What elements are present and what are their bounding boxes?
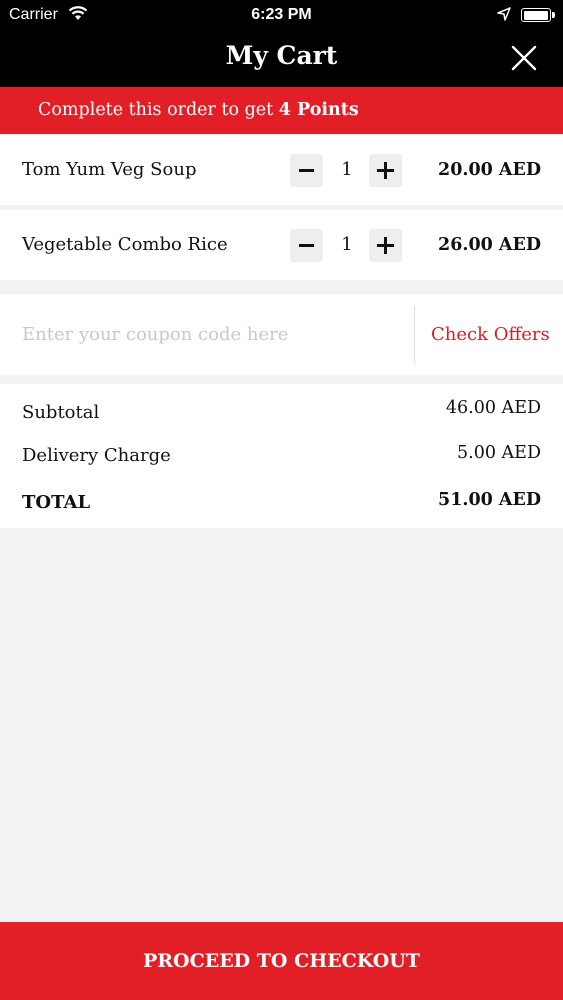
check-offers-button[interactable]: Check Offers [431,294,550,375]
coupon-divider [414,306,415,363]
decrease-quantity-button[interactable] [290,229,323,262]
status-bar: Carrier 6:23 PM [0,0,563,30]
nav-bar: My Cart [0,30,563,87]
item-price: 26.00 AED [438,235,541,255]
subtotal-label: Subtotal [22,402,100,423]
coupon-section: Check Offers [0,294,563,375]
item-quantity: 1 [341,234,353,255]
close-icon[interactable] [510,44,538,72]
decrease-quantity-button[interactable] [290,154,323,187]
coupon-code-input[interactable] [22,314,402,354]
page-title: My Cart [225,41,338,70]
item-quantity: 1 [341,159,353,180]
delivery-charge-value: 5.00 AED [457,443,541,463]
order-summary: Subtotal 46.00 AED Delivery Charge 5.00 … [0,384,563,528]
promo-text: Complete this order to get [38,100,279,120]
clock-time: 6:23 PM [251,6,312,23]
proceed-to-checkout-button[interactable]: PROCEED TO CHECKOUT [0,922,563,1000]
item-name: Vegetable Combo Rice [22,234,228,255]
item-price: 20.00 AED [438,160,541,180]
item-name: Tom Yum Veg Soup [22,159,197,180]
delivery-charge-label: Delivery Charge [22,445,171,466]
plus-icon [377,162,394,179]
increase-quantity-button[interactable] [369,154,402,187]
points-promo-banner: Complete this order to get 4 Points [0,87,563,134]
total-label: TOTAL [22,492,91,513]
cart-item: Vegetable Combo Rice 1 26.00 AED [0,210,563,280]
minus-icon [299,169,314,172]
increase-quantity-button[interactable] [369,229,402,262]
plus-icon [377,237,394,254]
promo-points: 4 Points [278,100,359,120]
total-value: 51.00 AED [438,490,541,510]
location-arrow-icon [497,7,511,21]
cart-item: Tom Yum Veg Soup 1 20.00 AED [0,135,563,205]
subtotal-value: 46.00 AED [445,398,541,418]
minus-icon [299,244,314,247]
battery-icon [521,8,555,22]
